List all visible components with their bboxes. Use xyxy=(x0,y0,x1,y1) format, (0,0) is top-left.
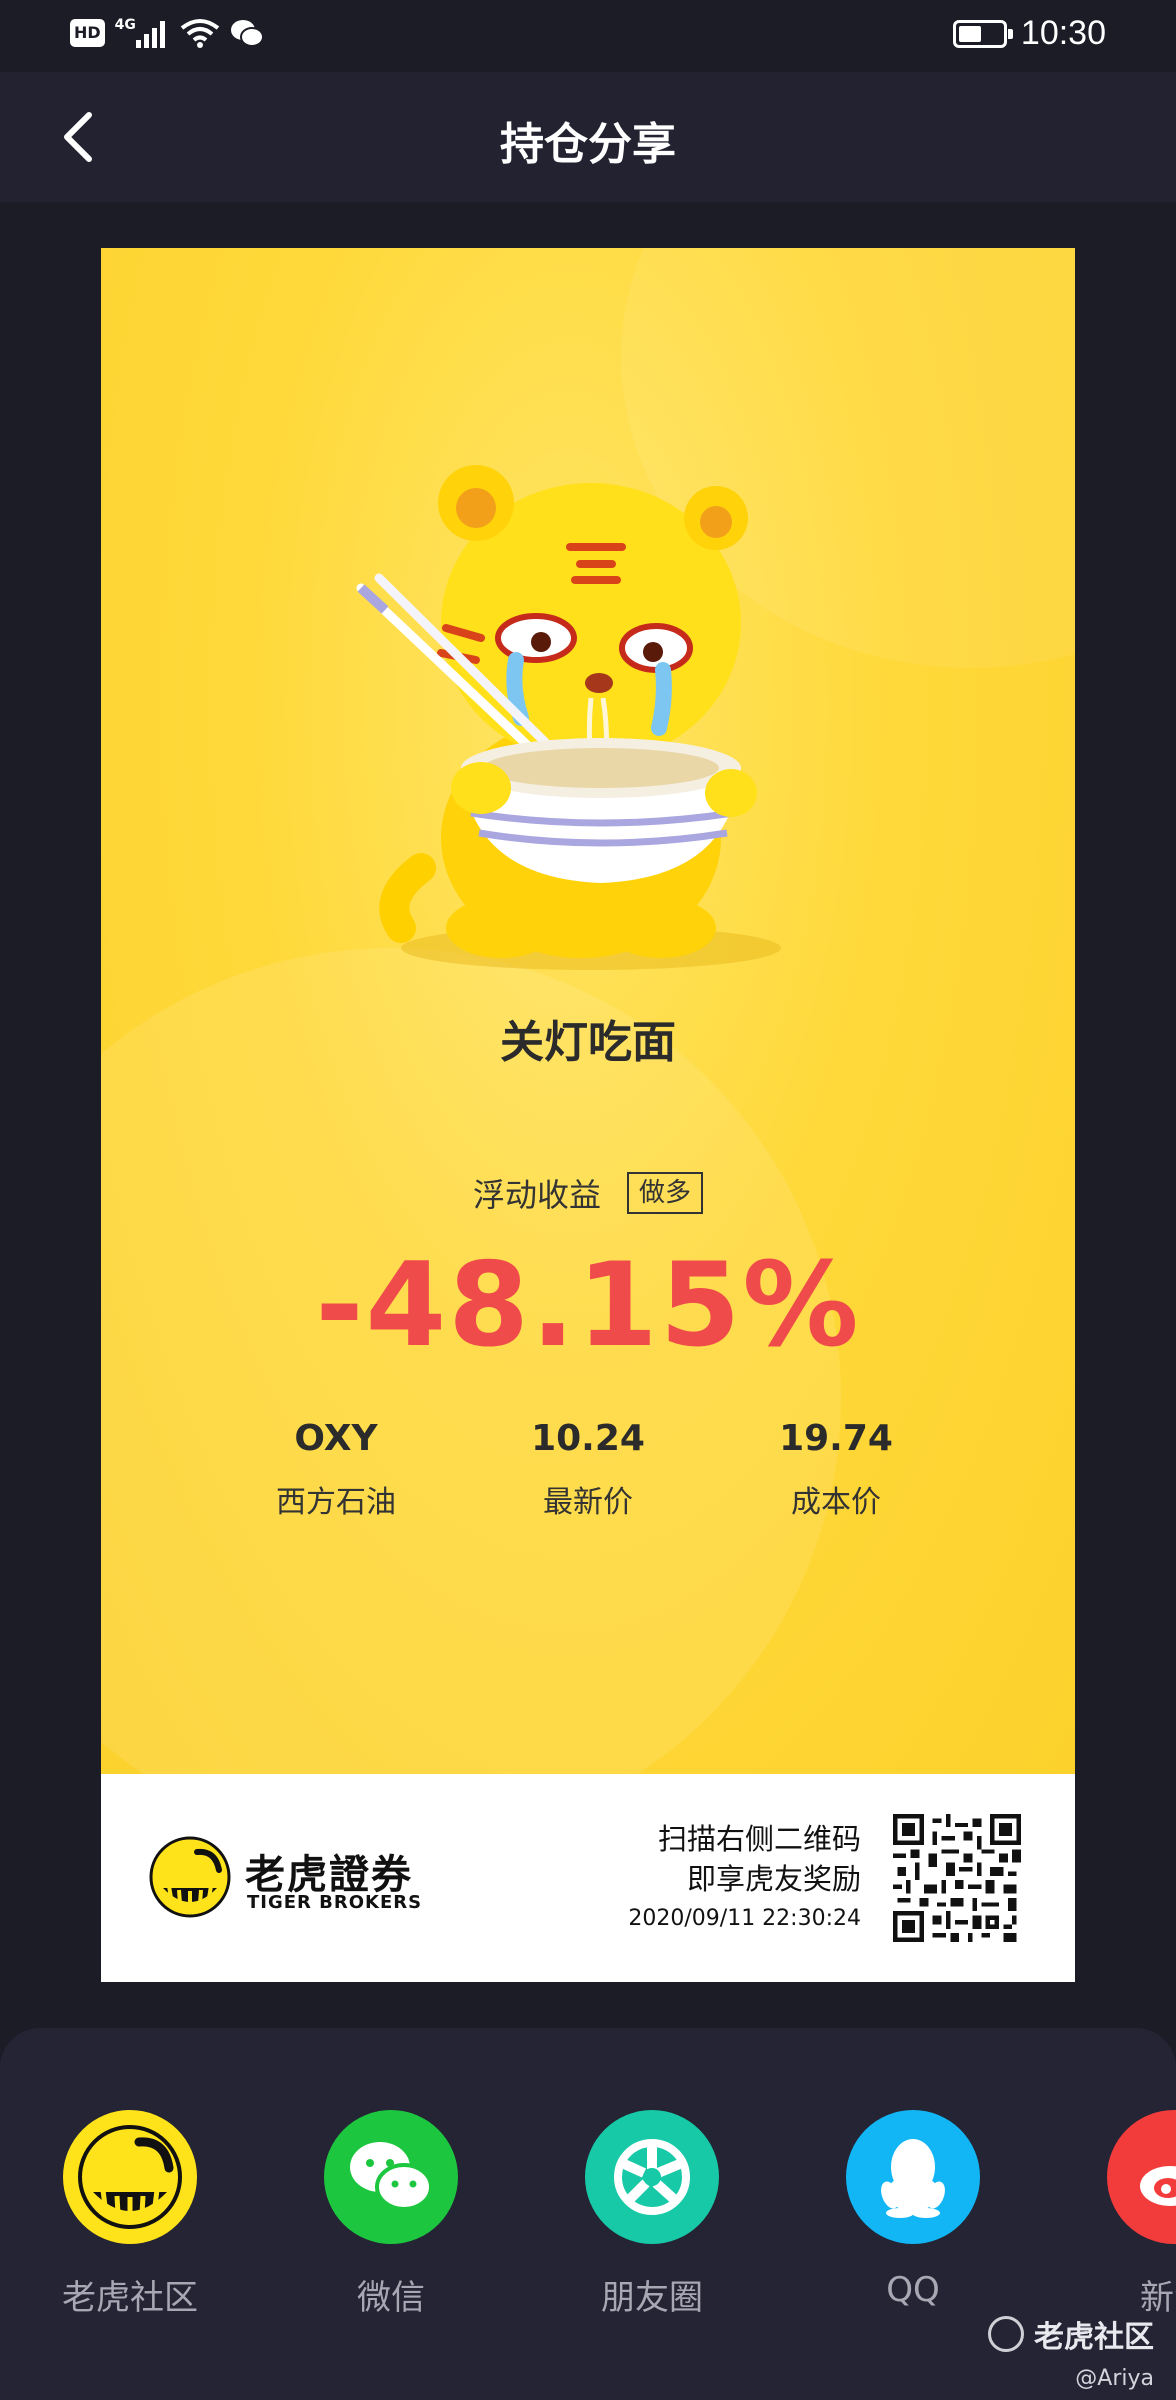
nav-header: 持仓分享 xyxy=(0,72,1176,202)
reward-text: 即享虎友奖励 xyxy=(686,1862,861,1896)
weibo-icon xyxy=(1107,2110,1176,2244)
wifi-icon xyxy=(180,19,220,48)
card-poster: 关灯吃面 浮动收益 做多 -48.15% OXY 西方石油 10.24 最新价 … xyxy=(101,248,1075,1848)
timestamp: 2020/09/11 22:30:24 xyxy=(628,1906,861,1931)
cost-price-value: 19.74 xyxy=(779,1418,893,1459)
card-footer: 老虎證券 TIGER BROKERS 扫描右侧二维码 即享虎友奖励 2020/0… xyxy=(101,1774,1075,1982)
share-label: 朋友圈 xyxy=(601,2278,703,2318)
signal-icon xyxy=(135,21,165,48)
share-weibo[interactable]: 新浪 xyxy=(1074,2110,1176,2319)
share-moments[interactable]: 朋友圈 xyxy=(552,2110,752,2319)
latest-price-value: 10.24 xyxy=(531,1418,645,1459)
share-label: 老虎社区 xyxy=(62,2278,198,2318)
stat-latest-price: 10.24 最新价 xyxy=(458,1418,718,1521)
profit-label-row: 浮动收益 做多 xyxy=(101,1170,1075,1216)
stat-cost-price: 19.74 成本价 xyxy=(706,1418,966,1521)
clock: 10:30 xyxy=(1020,14,1106,52)
tiger-brokers-logo-icon xyxy=(149,1836,231,1918)
status-right: 10:30 xyxy=(952,14,1106,53)
author-handle: @Ariya xyxy=(1075,2366,1154,2391)
wechat-icon xyxy=(324,2110,458,2244)
ticker-value: OXY xyxy=(294,1418,378,1459)
stat-ticker: OXY 西方石油 xyxy=(206,1418,466,1521)
direction-tag: 做多 xyxy=(627,1172,704,1214)
status-bar: HD 4G 10:30 xyxy=(0,0,1176,72)
ticker-label: 西方石油 xyxy=(276,1485,396,1520)
moments-icon xyxy=(585,2110,719,2244)
scan-instruction: 扫描右侧二维码 xyxy=(657,1822,861,1856)
page-title: 持仓分享 xyxy=(500,119,676,170)
qr-code[interactable] xyxy=(893,1814,1021,1942)
profit-label: 浮动收益 xyxy=(472,1176,601,1214)
watermark-text: 老虎社区 xyxy=(1034,2320,1154,2355)
share-label: 微信 xyxy=(357,2278,425,2318)
network-type: 4G xyxy=(114,17,136,33)
share-tiger-community[interactable]: 老虎社区 xyxy=(30,2110,230,2319)
battery-icon xyxy=(952,19,1013,48)
community-watermark: 老虎社区 xyxy=(988,2312,1154,2356)
background-blob xyxy=(101,948,841,1848)
mood-title: 关灯吃面 xyxy=(500,1017,676,1068)
wechat-notification-icon xyxy=(230,20,264,47)
tiger-community-icon xyxy=(63,2110,197,2244)
profit-percent: -48.15% xyxy=(315,1238,861,1373)
status-left: HD 4G xyxy=(70,17,264,48)
qq-icon xyxy=(846,2110,980,2244)
position-share-card: 关灯吃面 浮动收益 做多 -48.15% OXY 西方石油 10.24 最新价 … xyxy=(101,248,1075,1982)
crying-tiger-illustration xyxy=(356,465,781,970)
share-qq[interactable]: QQ xyxy=(813,2110,1013,2310)
cost-price-label: 成本价 xyxy=(791,1485,881,1520)
hd-badge: HD xyxy=(70,19,105,47)
tiger-community-watermark-icon xyxy=(988,2316,1024,2352)
brand-name-en: TIGER BROKERS xyxy=(247,1892,423,1913)
share-label: QQ xyxy=(886,2270,940,2310)
latest-price-label: 最新价 xyxy=(543,1485,633,1520)
share-wechat[interactable]: 微信 xyxy=(291,2110,491,2319)
